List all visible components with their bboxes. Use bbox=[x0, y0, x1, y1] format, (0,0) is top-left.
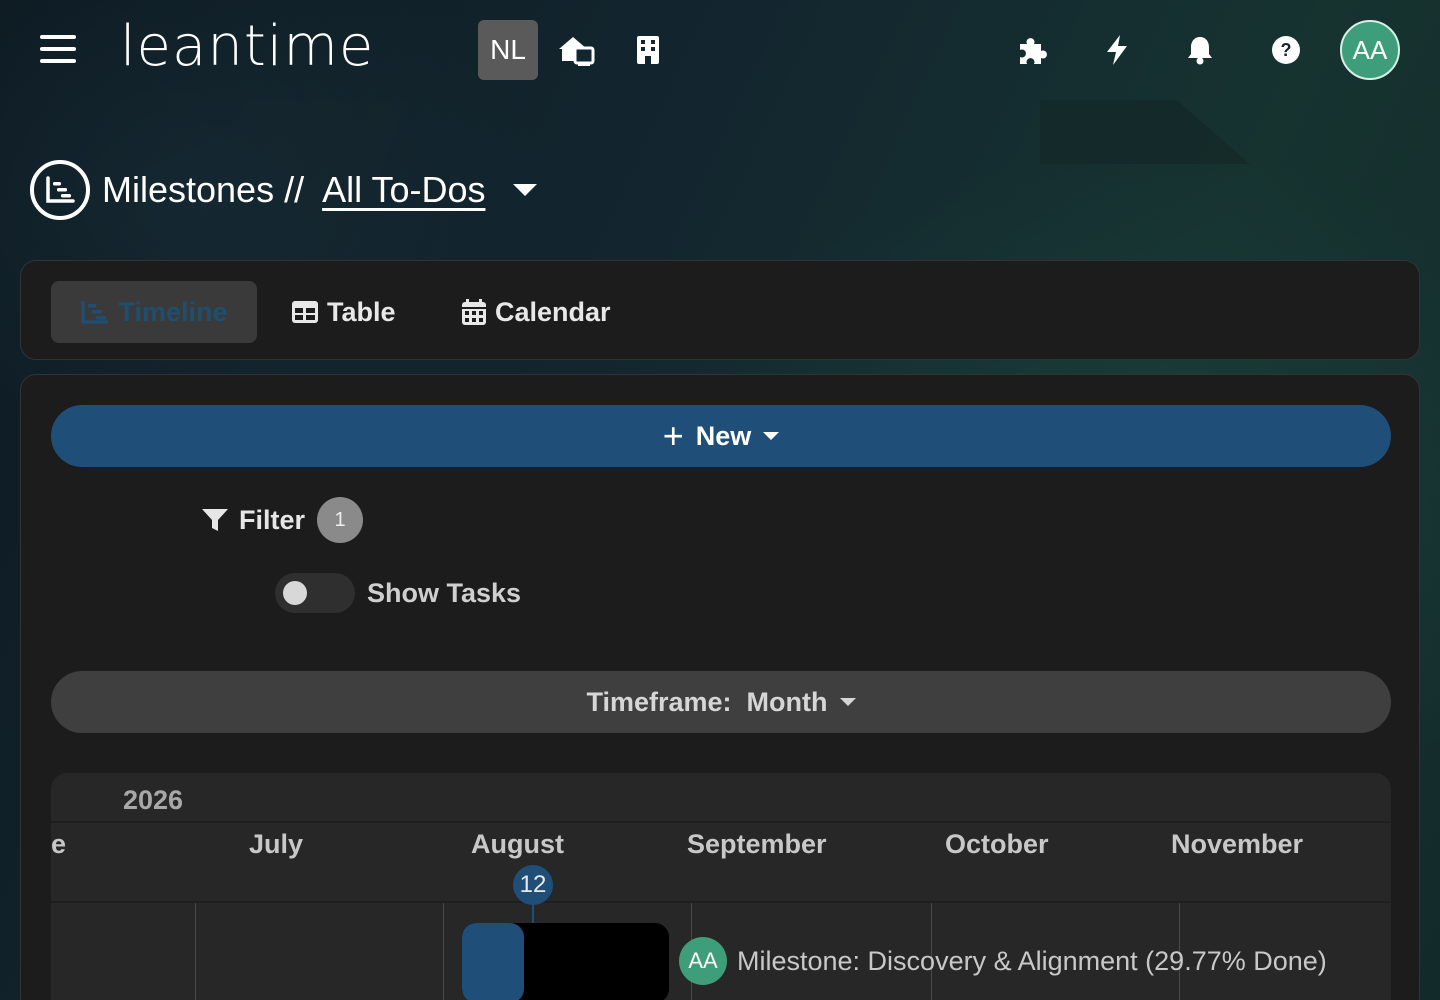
workspace-switcher-button[interactable]: NL bbox=[478, 20, 538, 80]
tab-calendar-label: Calendar bbox=[495, 296, 611, 327]
divider bbox=[51, 821, 1391, 823]
timeline-panel: + New Filter 1 Show Tasks Timeframe: Mon… bbox=[20, 374, 1420, 1000]
todo-filter-link[interactable]: All To-Dos bbox=[322, 169, 493, 211]
chevron-down-icon[interactable] bbox=[513, 184, 538, 196]
table-icon bbox=[292, 301, 318, 323]
user-avatar[interactable]: AA bbox=[1340, 20, 1400, 80]
tab-calendar[interactable]: Calendar bbox=[461, 281, 611, 343]
svg-text:?: ? bbox=[1281, 40, 1292, 60]
gantt-month: July bbox=[249, 829, 304, 859]
tab-table[interactable]: Table bbox=[291, 281, 396, 343]
gantt-month: November bbox=[1171, 829, 1304, 859]
page-title-row: Milestones // All To-Dos bbox=[30, 160, 538, 220]
today-line bbox=[532, 903, 534, 923]
puzzle-icon[interactable] bbox=[1010, 28, 1054, 72]
top-header: leantime NL ? AA bbox=[0, 0, 1440, 100]
new-button[interactable]: + New bbox=[51, 405, 1391, 467]
milestone-label-row[interactable]: AA Milestone: Discovery & Alignment (29.… bbox=[679, 937, 1327, 985]
show-tasks-label: Show Tasks bbox=[367, 577, 522, 608]
chevron-down-icon bbox=[839, 698, 856, 706]
app-logo[interactable]: leantime bbox=[120, 12, 374, 82]
show-tasks-row: Show Tasks bbox=[275, 573, 521, 613]
timeline-icon bbox=[81, 301, 109, 324]
gantt-month: e bbox=[51, 829, 67, 859]
timeframe-dropdown[interactable]: Timeframe: Month bbox=[51, 671, 1391, 733]
home-switch-icon[interactable] bbox=[554, 28, 598, 72]
help-icon[interactable]: ? bbox=[1264, 28, 1308, 72]
show-tasks-toggle[interactable] bbox=[275, 573, 355, 613]
grid-line bbox=[195, 903, 196, 1000]
tab-timeline-label: Timeline bbox=[118, 296, 228, 327]
filter-icon bbox=[202, 509, 228, 531]
owner-avatar: AA bbox=[679, 937, 727, 985]
milestone-label: Milestone: Discovery & Alignment (29.77%… bbox=[737, 945, 1327, 976]
company-icon[interactable] bbox=[626, 28, 670, 72]
filter-button[interactable]: Filter 1 bbox=[201, 497, 364, 543]
tab-table-label: Table bbox=[327, 296, 396, 327]
divider bbox=[51, 901, 1391, 903]
gantt-month: August bbox=[471, 829, 564, 859]
filter-label: Filter bbox=[239, 504, 306, 535]
bolt-icon[interactable] bbox=[1095, 28, 1139, 72]
page-title: Milestones // bbox=[102, 169, 305, 210]
milestone-bar[interactable] bbox=[462, 923, 669, 1000]
milestone-progress bbox=[462, 923, 524, 1000]
menu-icon[interactable] bbox=[40, 35, 76, 65]
gantt-month: October bbox=[945, 829, 1049, 859]
gantt-year: 2026 bbox=[123, 785, 184, 815]
timeframe-value: Month bbox=[746, 686, 828, 717]
gantt-month: September bbox=[687, 829, 827, 859]
chevron-down-icon bbox=[763, 432, 780, 440]
new-button-label: New bbox=[695, 420, 752, 451]
view-tabs: Timeline Table Calendar bbox=[20, 260, 1420, 360]
plus-icon: + bbox=[662, 415, 684, 456]
filter-count-badge: 1 bbox=[317, 497, 364, 543]
timeframe-label: Timeframe: bbox=[586, 686, 732, 717]
today-marker: 12 bbox=[513, 865, 553, 905]
grid-line bbox=[443, 903, 444, 1000]
bell-icon[interactable] bbox=[1178, 28, 1222, 72]
timeline-icon bbox=[30, 160, 90, 220]
gantt-chart: 2026 e July August September October Nov… bbox=[51, 773, 1391, 1000]
tab-timeline[interactable]: Timeline bbox=[51, 281, 257, 343]
calendar-icon bbox=[462, 299, 486, 325]
